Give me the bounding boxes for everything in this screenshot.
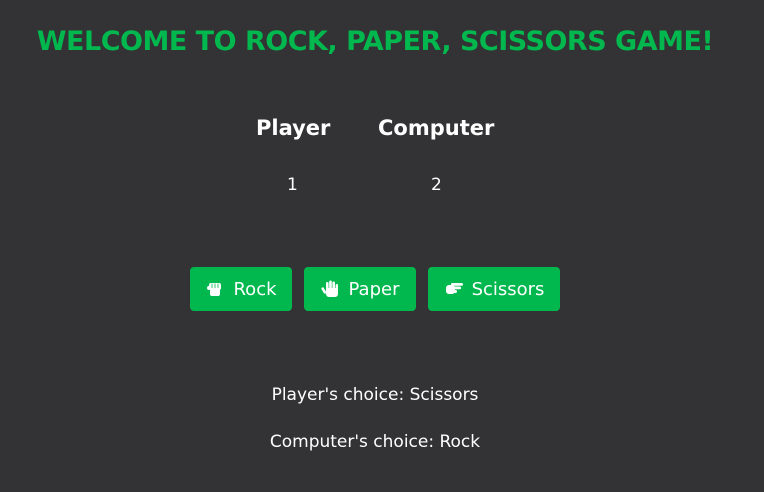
rock-button-label: Rock [233,278,277,300]
scissors-button[interactable]: Scissors [428,267,560,311]
hand-rock-icon [205,279,225,299]
computer-choice-text: Computer's choice: Rock [269,432,481,452]
rock-button[interactable]: Rock [190,267,292,311]
player-score-label: Player [256,116,331,140]
paper-button[interactable]: Paper [304,267,416,311]
player-score: 1 [287,175,298,195]
game-page: WELCOME TO ROCK, PAPER, SCISSORS GAME! P… [0,0,764,492]
paper-button-label: Paper [348,278,400,300]
scissors-button-label: Scissors [471,278,545,300]
page-title: WELCOME TO ROCK, PAPER, SCISSORS GAME! [36,26,714,57]
player-choice-text: Player's choice: Scissors [271,385,479,405]
computer-score: 2 [431,175,442,195]
hand-scissors-icon [444,279,464,299]
hand-paper-icon [320,279,341,299]
computer-score-label: Computer [378,116,495,140]
